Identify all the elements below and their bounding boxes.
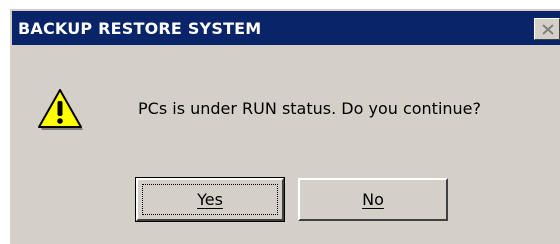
- message-dialog: BACKUP RESTORE SYSTEM PCs is under RUN s…: [9, 8, 560, 244]
- close-icon: [542, 24, 554, 35]
- title-bar[interactable]: BACKUP RESTORE SYSTEM: [12, 11, 560, 45]
- warning-icon: [38, 89, 83, 130]
- window-title: BACKUP RESTORE SYSTEM: [18, 19, 262, 38]
- close-button[interactable]: [534, 18, 560, 40]
- yes-button[interactable]: Yes: [135, 177, 285, 222]
- no-button[interactable]: No: [298, 178, 448, 221]
- no-button-label: No: [362, 190, 384, 209]
- dialog-message: PCs is under RUN status. Do you continue…: [138, 99, 482, 118]
- yes-button-label: Yes: [197, 190, 223, 209]
- screen: BACKUP RESTORE SYSTEM PCs is under RUN s…: [0, 0, 560, 244]
